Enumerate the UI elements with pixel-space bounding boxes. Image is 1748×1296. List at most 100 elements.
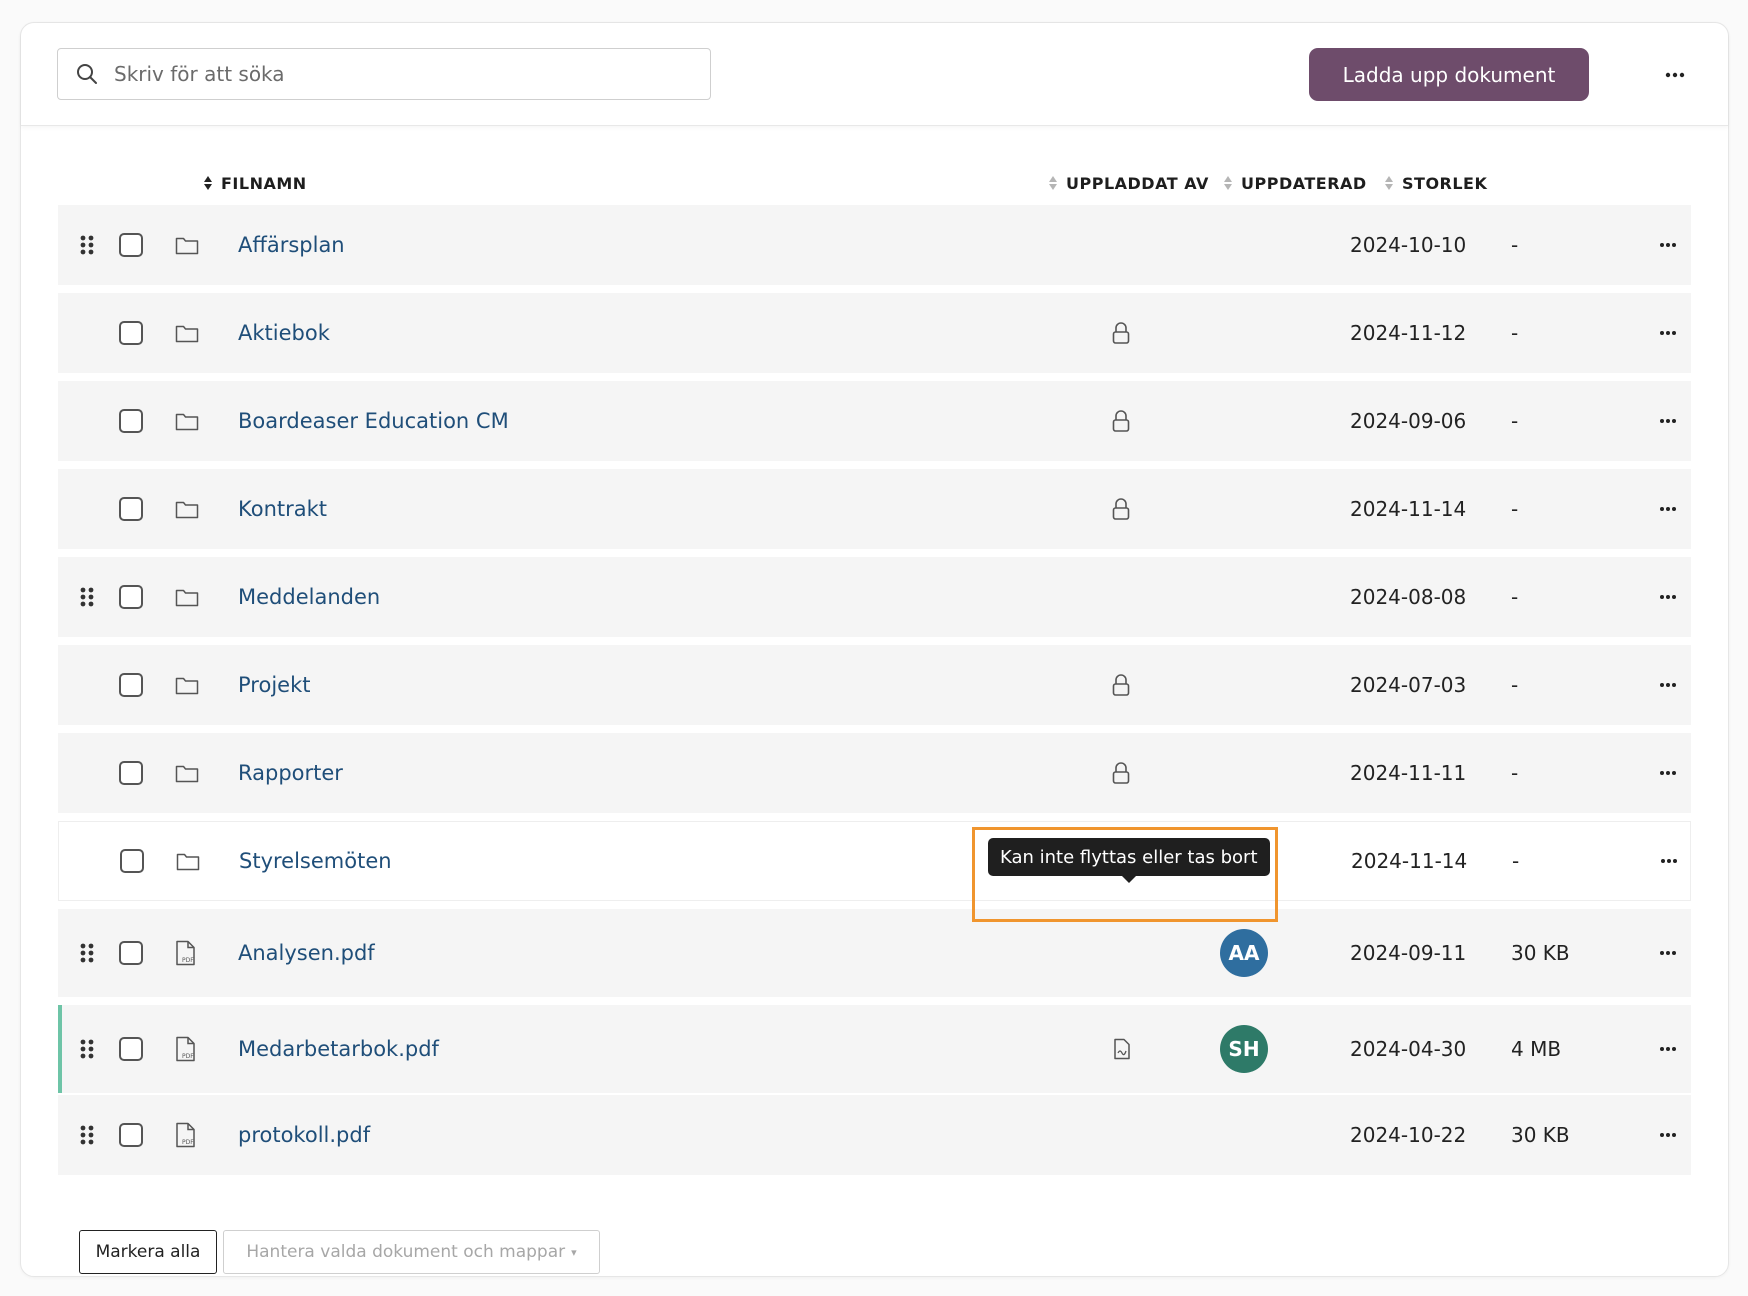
table-row[interactable]: PDF Medarbetarbok.pdf SH 2024-04-30 4 MB [58,1005,1691,1093]
search-input[interactable] [112,61,676,87]
file-name-link[interactable]: Medarbetarbok.pdf [238,1005,439,1093]
table-row[interactable]: PDF protokoll.pdf 2024-10-22 30 KB [58,1095,1691,1175]
row-more-icon[interactable] [1659,645,1677,725]
file-name-link[interactable]: Aktiebok [238,293,330,373]
folder-icon [175,733,199,813]
avatar-initials: AA [1220,929,1268,977]
table-header: FILNAMN UPPLADDAT AV UPPDATERAD STORLEK [21,163,1728,203]
row-checkbox[interactable] [119,1005,143,1093]
file-name-link[interactable]: Boardeaser Education CM [238,381,509,461]
more-options-icon[interactable] [1655,63,1695,87]
avatar: AA [1220,909,1268,997]
table-row[interactable]: Affärsplan 2024-10-10 - [58,205,1691,285]
file-name-link[interactable]: Analysen.pdf [238,909,375,997]
updated-date: 2024-07-03 [1350,673,1467,697]
avatar-initials: SH [1220,1025,1268,1073]
row-more-icon[interactable] [1659,1095,1677,1175]
column-filename-label: FILNAMN [221,173,307,193]
column-updated[interactable]: UPPDATERAD [1223,163,1367,203]
column-size-label: STORLEK [1402,173,1488,193]
drag-handle-icon[interactable] [80,1005,94,1093]
table-row[interactable]: Kontrakt 2024-11-14 - [58,469,1691,549]
row-more-icon[interactable] [1659,381,1677,461]
drag-handle-icon[interactable] [80,909,94,997]
updated-date: 2024-11-14 [1350,497,1467,521]
row-more-icon[interactable] [1660,822,1678,900]
lock-icon[interactable] [1111,293,1131,373]
signed-document-icon[interactable] [1113,1005,1131,1093]
updated-date: 2024-11-14 [1351,849,1468,873]
manage-selected-label: Hantera valda dokument och mappar [246,1242,566,1262]
file-name-link[interactable]: Rapporter [238,733,343,813]
sort-asc-icon [204,176,212,190]
file-size: - [1511,673,1519,697]
file-name-link[interactable]: Projekt [238,645,310,725]
toolbar: Ladda upp dokument [21,23,1728,126]
svg-text:PDF: PDF [182,1053,194,1060]
row-checkbox[interactable] [120,822,144,900]
column-filename[interactable]: FILNAMN [203,163,307,203]
row-checkbox[interactable] [119,645,143,725]
table-row[interactable]: Aktiebok 2024-11-12 - [58,293,1691,373]
tooltip-text: Kan inte flyttas eller tas bort [1000,846,1258,868]
manage-selected-dropdown[interactable]: Hantera valda dokument och mappar ▾ [223,1230,600,1274]
row-more-icon[interactable] [1659,557,1677,637]
folder-icon [175,205,199,285]
table-row[interactable]: Styrelsemöten 2024-11-14 - [58,821,1691,901]
folder-icon [175,645,199,725]
row-more-icon[interactable] [1659,205,1677,285]
file-size: 4 MB [1511,1037,1562,1061]
row-checkbox[interactable] [119,1095,143,1175]
drag-handle-icon[interactable] [80,557,94,637]
file-name-link[interactable]: Kontrakt [238,469,327,549]
column-uploaded-by[interactable]: UPPLADDAT AV [1048,163,1209,203]
folder-icon [175,293,199,373]
row-checkbox[interactable] [119,733,143,813]
folder-icon [175,469,199,549]
avatar: SH [1220,1005,1268,1093]
select-all-button[interactable]: Markera alla [79,1230,217,1274]
search-icon [77,64,97,84]
column-uploaded-by-label: UPPLADDAT AV [1066,173,1209,193]
file-size: - [1511,233,1519,257]
row-more-icon[interactable] [1659,733,1677,813]
svg-text:PDF: PDF [182,1139,194,1146]
file-size: 30 KB [1511,941,1570,965]
row-checkbox[interactable] [119,205,143,285]
svg-text:PDF: PDF [182,957,194,964]
folder-icon [176,822,200,900]
lock-icon[interactable] [1111,381,1131,461]
lock-icon[interactable] [1111,469,1131,549]
lock-icon[interactable] [1111,645,1131,725]
table-row[interactable]: PDF Analysen.pdf AA 2024-09-11 30 KB [58,909,1691,997]
drag-handle-icon[interactable] [80,1095,94,1175]
updated-date: 2024-11-12 [1350,321,1467,345]
column-size[interactable]: STORLEK [1384,163,1487,203]
row-more-icon[interactable] [1659,293,1677,373]
upload-document-button[interactable]: Ladda upp dokument [1309,48,1589,101]
table-row[interactable]: Projekt 2024-07-03 - [58,645,1691,725]
file-name-link[interactable]: protokoll.pdf [238,1095,370,1175]
sort-icon [1224,176,1232,190]
table-row[interactable]: Rapporter 2024-11-11 - [58,733,1691,813]
search-field[interactable] [57,48,711,100]
table-row[interactable]: Boardeaser Education CM 2024-09-06 - [58,381,1691,461]
file-name-link[interactable]: Styrelsemöten [239,822,392,900]
updated-date: 2024-11-11 [1350,761,1467,785]
file-name-link[interactable]: Affärsplan [238,205,345,285]
row-checkbox[interactable] [119,909,143,997]
table-row[interactable]: Meddelanden 2024-08-08 - [58,557,1691,637]
lock-icon[interactable] [1111,733,1131,813]
file-size: - [1512,849,1520,873]
row-more-icon[interactable] [1659,909,1677,997]
file-name-link[interactable]: Meddelanden [238,557,380,637]
row-checkbox[interactable] [119,293,143,373]
row-checkbox[interactable] [119,469,143,549]
drag-handle-icon[interactable] [80,205,94,285]
row-more-icon[interactable] [1659,469,1677,549]
file-size: - [1511,761,1519,785]
row-checkbox[interactable] [119,557,143,637]
row-more-icon[interactable] [1659,1005,1677,1093]
updated-date: 2024-09-06 [1350,409,1467,433]
row-checkbox[interactable] [119,381,143,461]
